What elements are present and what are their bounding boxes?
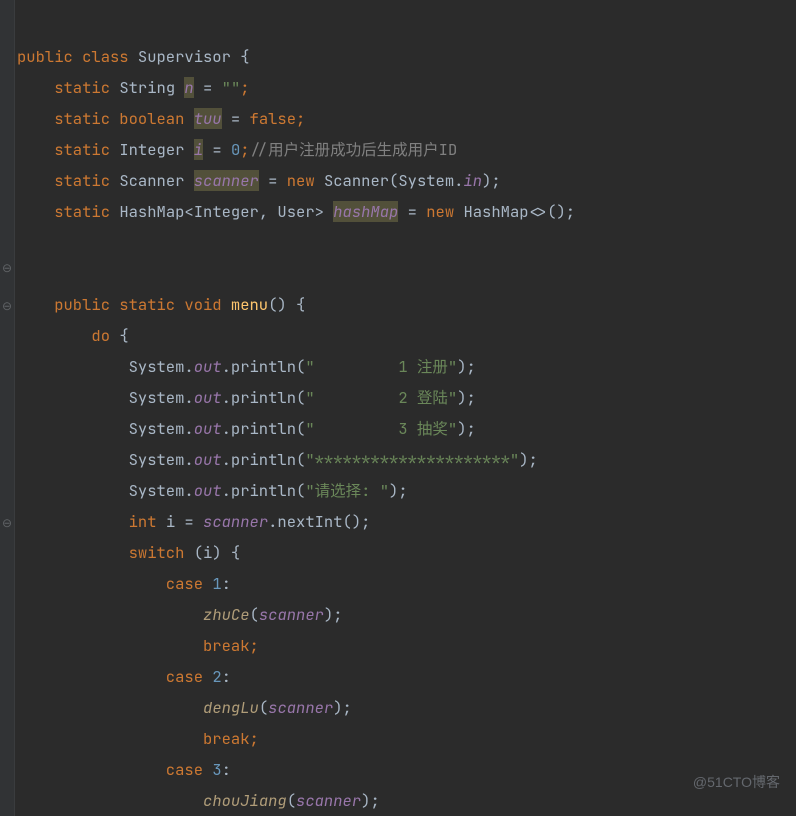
code-line: do {: [17, 325, 129, 346]
code-line: static Scanner scanner = new Scanner(Sys…: [17, 170, 501, 191]
code-line: chouJiang(scanner);: [17, 790, 380, 811]
code-line: System.out.println(" 1 注册");: [17, 356, 476, 377]
code-line: static HashMap<Integer, User> hashMap = …: [17, 201, 575, 222]
code-line: zhuCe(scanner);: [17, 604, 343, 625]
fold-marker-icon[interactable]: ⊖: [1, 517, 13, 529]
code-line: [17, 232, 26, 253]
code-line: public class Supervisor {: [17, 46, 250, 67]
gutter: ⊖ ⊖ ⊖: [0, 0, 15, 816]
code-line: System.out.println("请选择: ");: [17, 480, 408, 501]
code-line: static Integer i = 0;//用户注册成功后生成用户ID: [17, 139, 457, 160]
fold-marker-icon[interactable]: ⊖: [1, 262, 13, 274]
code-area[interactable]: public class Supervisor { static String …: [15, 0, 575, 816]
code-line: public static void menu() {: [17, 294, 305, 315]
code-line: case 3:: [17, 759, 231, 780]
code-line: switch (i) {: [17, 542, 240, 563]
code-line: [17, 263, 26, 284]
code-editor[interactable]: ⊖ ⊖ ⊖ public class Supervisor { static S…: [0, 0, 796, 816]
code-line: case 2:: [17, 666, 231, 687]
code-line: dengLu(scanner);: [17, 697, 352, 718]
code-line: int i = scanner.nextInt();: [17, 511, 370, 532]
code-line: break;: [17, 635, 259, 656]
code-line: System.out.println(" 3 抽奖");: [17, 418, 476, 439]
watermark-text: @51CTO博客: [693, 767, 780, 798]
code-line: System.out.println("********************…: [17, 449, 538, 470]
code-line: break;: [17, 728, 259, 749]
code-line: static boolean tuu = false;: [17, 108, 305, 129]
code-line: static String n = "";: [17, 77, 250, 98]
code-line: case 1:: [17, 573, 231, 594]
fold-marker-icon[interactable]: ⊖: [1, 300, 13, 312]
code-line: System.out.println(" 2 登陆");: [17, 387, 476, 408]
